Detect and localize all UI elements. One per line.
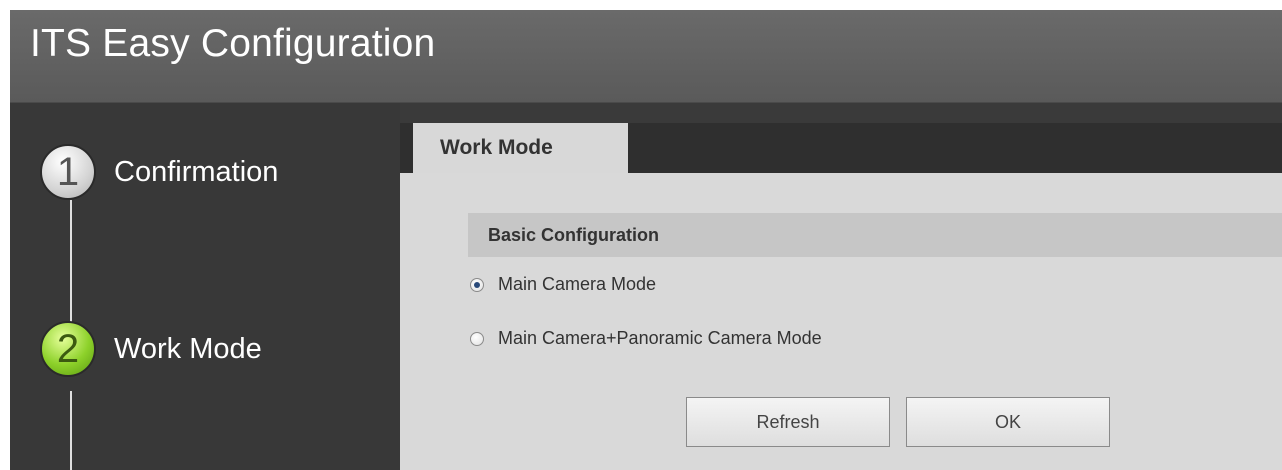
wizard-step-confirmation[interactable]: 1 Confirmation [40,144,278,200]
radio-button-checked[interactable] [470,277,484,292]
wizard-step-work-mode[interactable]: 2 Work Mode [40,321,262,377]
tab-work-mode[interactable]: Work Mode [413,123,628,173]
app-window: ITS Easy Configuration 1 Confirmation 2 … [10,10,1282,470]
radio-button-unchecked[interactable] [470,331,484,346]
page-title: ITS Easy Configuration [30,22,436,65]
title-bar: ITS Easy Configuration [10,10,1282,103]
step-label: Confirmation [114,155,279,188]
refresh-button[interactable]: Refresh [686,397,890,447]
radio-option-main-camera-mode[interactable]: Main Camera Mode [470,274,656,295]
section-header-basic-configuration: Basic Configuration [468,213,1282,257]
step-number-badge-active: 2 [40,321,96,377]
step-label: Work Mode [114,332,262,365]
wizard-steps-sidebar: 1 Confirmation 2 Work Mode [10,103,400,470]
ok-button[interactable]: OK [906,397,1110,447]
radio-option-main-panoramic-camera-mode[interactable]: Main Camera+Panoramic Camera Mode [470,328,822,349]
radio-label: Main Camera Mode [498,274,657,294]
tab-strip: Work Mode [400,123,1282,173]
step-connector-line [70,200,72,327]
step-number-badge: 1 [40,144,96,200]
work-mode-panel: Basic Configuration Main Camera Mode Mai… [400,173,1282,470]
radio-label: Main Camera+Panoramic Camera Mode [498,328,822,348]
step-connector-line [70,391,72,470]
